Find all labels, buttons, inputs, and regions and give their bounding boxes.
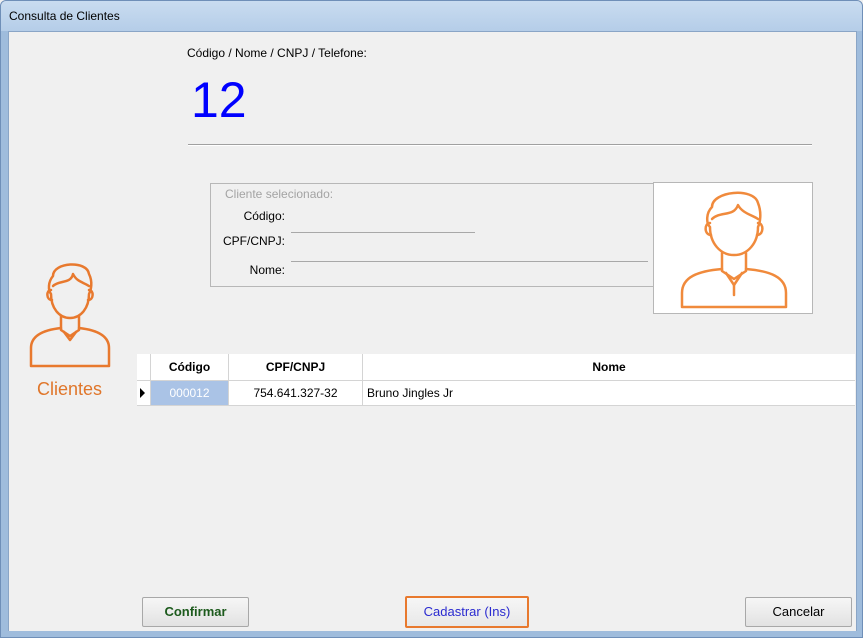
cell-codigo[interactable]: 000012 (151, 381, 229, 405)
person-avatar-icon (680, 191, 788, 309)
window-title: Consulta de Clientes (9, 9, 120, 23)
person-avatar-icon (29, 263, 111, 368)
consulta-clientes-window: Consulta de Clientes Código / Nome / CNP… (0, 0, 863, 638)
search-underline (188, 144, 812, 146)
column-header-nome[interactable]: Nome (363, 354, 855, 380)
search-input[interactable]: 12 (191, 68, 247, 132)
window-client-area: Código / Nome / CNPJ / Telefone: 12 Clie… (8, 31, 857, 631)
cpf-cnpj-label: CPF/CNPJ: (222, 234, 285, 248)
selected-client-title: Cliente selecionado: (225, 187, 334, 201)
selected-client-panel: Cliente selecionado: Código: CPF/CNPJ: N… (210, 183, 655, 287)
row-pointer-icon (140, 388, 145, 398)
code-label: Código: (243, 209, 285, 223)
column-header-codigo[interactable]: Código (151, 354, 229, 380)
grid-header: Código CPF/CNPJ Nome (137, 354, 855, 381)
clientes-label: Clientes (37, 379, 103, 399)
cell-cpf-cnpj[interactable]: 754.641.327-32 (229, 381, 363, 405)
cpf-cnpj-field (291, 232, 475, 233)
row-indicator-cell (137, 381, 151, 405)
cell-nome[interactable]: Bruno Jingles Jr (363, 381, 853, 405)
results-grid[interactable]: Código CPF/CNPJ Nome 000012 754.641.327-… (137, 354, 855, 406)
client-photo-box (653, 182, 813, 314)
confirm-button[interactable]: Confirmar (142, 597, 249, 627)
title-bar[interactable]: Consulta de Clientes (1, 1, 862, 31)
name-field (291, 261, 648, 262)
register-button[interactable]: Cadastrar (Ins) (405, 596, 529, 628)
header-indicator-cell (137, 354, 151, 380)
search-label: Código / Nome / CNPJ / Telefone: (187, 46, 367, 60)
column-header-cpf-cnpj[interactable]: CPF/CNPJ (229, 354, 363, 380)
clientes-side-icon (23, 260, 115, 372)
name-label: Nome: (249, 263, 285, 277)
table-row[interactable]: 000012 754.641.327-32 Bruno Jingles Jr (137, 381, 855, 406)
cancel-button[interactable]: Cancelar (745, 597, 852, 627)
